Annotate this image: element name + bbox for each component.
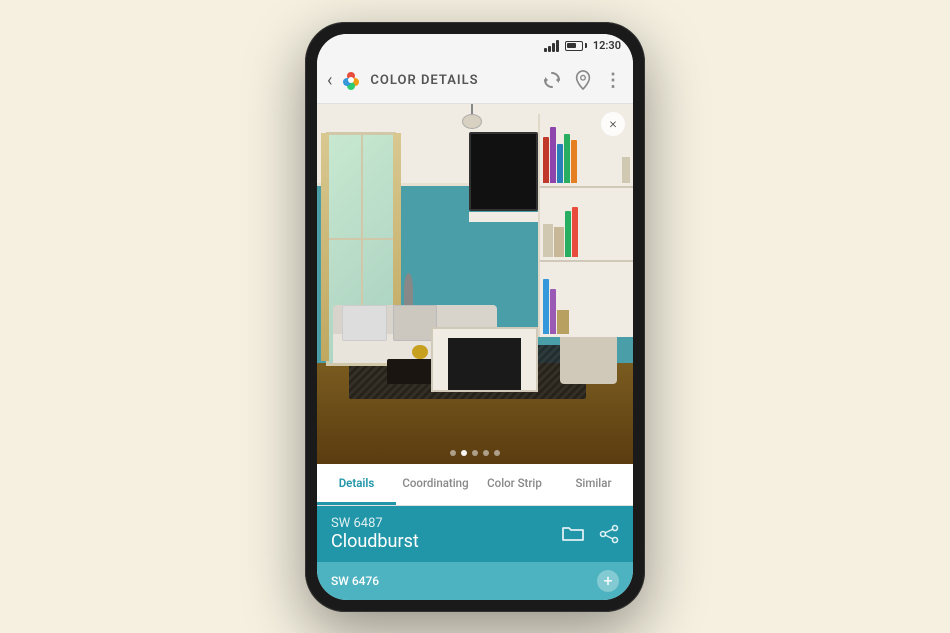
dot-2[interactable]: [461, 450, 467, 456]
add-swatch-button[interactable]: +: [597, 570, 619, 592]
status-bar: 12:30: [317, 34, 633, 58]
app-bar-actions: ⋮: [542, 70, 623, 91]
folder-icon[interactable]: [561, 524, 585, 544]
color-info-section: SW 6487 Cloudburst: [317, 506, 633, 562]
status-time: 12:30: [593, 39, 621, 52]
room-scene: [317, 104, 633, 464]
swatch-row: SW 6476 +: [317, 562, 633, 600]
color-name-block: SW 6487 Cloudburst: [331, 516, 419, 552]
location-icon[interactable]: [574, 70, 592, 90]
color-name: Cloudburst: [331, 531, 419, 552]
tab-similar[interactable]: Similar: [554, 464, 633, 505]
phone-device: 12:30 ‹ COLOR DETAILS: [305, 22, 645, 612]
color-code: SW 6487: [331, 516, 419, 531]
more-options-icon[interactable]: ⋮: [604, 70, 623, 91]
swatch-code: SW 6476: [331, 574, 379, 588]
share-icon[interactable]: [599, 524, 619, 544]
tab-bar: Details Coordinating Color Strip Similar: [317, 464, 633, 506]
sync-icon[interactable]: [542, 70, 562, 90]
signal-icon: [544, 40, 559, 52]
image-dots-indicator: [450, 450, 500, 456]
room-image-area: ×: [317, 104, 633, 464]
battery-icon: [565, 41, 587, 51]
app-logo: [340, 69, 362, 91]
tab-color-strip[interactable]: Color Strip: [475, 464, 554, 505]
color-actions: [561, 524, 619, 544]
app-bar: ‹ COLOR DETAILS: [317, 58, 633, 104]
tab-coordinating[interactable]: Coordinating: [396, 464, 475, 505]
dot-4[interactable]: [483, 450, 489, 456]
phone-screen: 12:30 ‹ COLOR DETAILS: [317, 34, 633, 600]
dot-1[interactable]: [450, 450, 456, 456]
tab-details[interactable]: Details: [317, 464, 396, 505]
dot-3[interactable]: [472, 450, 478, 456]
app-title: COLOR DETAILS: [370, 73, 534, 88]
dot-5[interactable]: [494, 450, 500, 456]
close-button[interactable]: ×: [601, 112, 625, 136]
back-button[interactable]: ‹: [327, 70, 332, 91]
